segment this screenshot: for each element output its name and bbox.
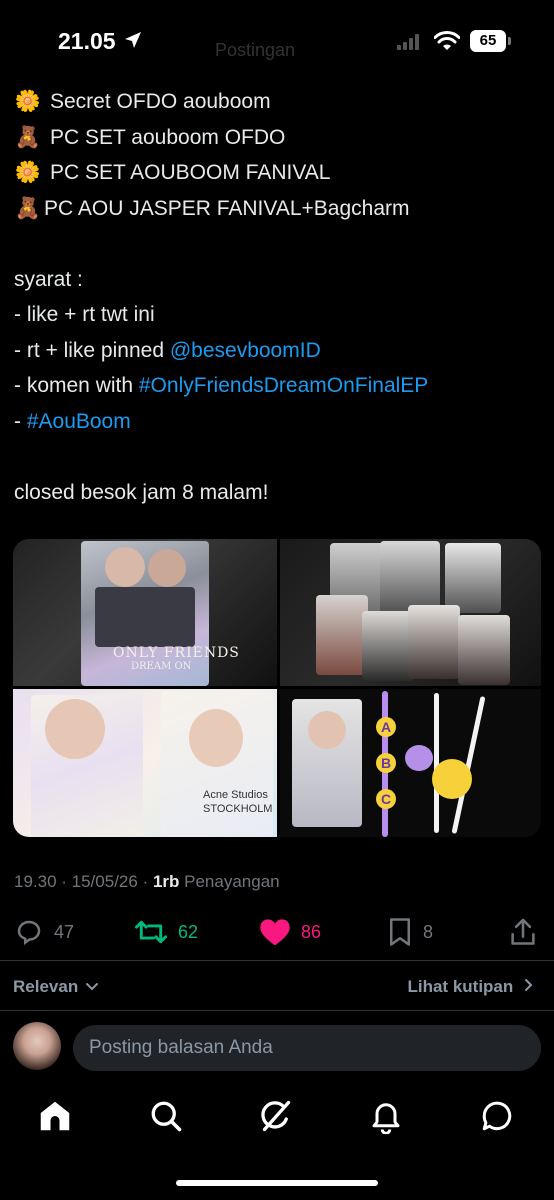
prize-text-2: PC SET aouboom OFDO xyxy=(50,125,286,149)
bookmark-button[interactable]: 8 xyxy=(387,912,433,952)
bottom-nav xyxy=(0,1090,554,1150)
bookmark-icon xyxy=(390,918,410,946)
photo-2[interactable] xyxy=(280,539,541,686)
charm-letter-b: B xyxy=(376,753,396,773)
syarat-heading: syarat : xyxy=(14,267,83,291)
status-bar: 21.05 Postingan 65 xyxy=(0,0,554,80)
prize-text-3: PC SET AOUBOOM FANIVAL xyxy=(50,161,331,184)
chevron-down-icon xyxy=(85,983,98,991)
location-arrow-icon xyxy=(125,32,141,48)
hashtag-link[interactable]: #OnlyFriendsDreamOnFinalEP xyxy=(139,374,428,397)
wifi-icon xyxy=(434,31,460,50)
nav-search[interactable] xyxy=(148,1098,188,1138)
tweet-body: 🌼 Secret OFDO aouboom 🧸 PC SET aouboom OFD… xyxy=(14,84,544,510)
rule-3-text: - komen with xyxy=(14,374,139,397)
closing-line: closed besok jam 8 malam! xyxy=(14,480,269,504)
battery-indicator: 65 xyxy=(470,30,506,52)
divider xyxy=(0,960,554,961)
grok-icon xyxy=(261,1100,291,1132)
home-icon xyxy=(40,1101,70,1131)
sort-dropdown[interactable]: Relevan xyxy=(13,977,99,997)
prize-text-4: PC AOU JASPER FANIVAL+Bagcharm xyxy=(44,196,410,220)
repost-count: 62 xyxy=(178,921,199,942)
photo-4[interactable]: A B C xyxy=(280,689,541,837)
repost-icon xyxy=(134,920,168,944)
share-button[interactable] xyxy=(509,912,537,952)
timestamp: 19.30 · 15/05/26 · xyxy=(14,872,153,891)
media-grid: ONLY FRIENDS DREAM ON Acne Studios STOCK… xyxy=(13,539,541,837)
photo-3-text-1: Acne Studios xyxy=(203,789,268,801)
flower-icon: 🌼 xyxy=(14,90,42,113)
rule-3: - komen with #OnlyFriendsDreamOnFinalEP xyxy=(14,368,544,404)
photo-1-subcaption: DREAM ON xyxy=(131,661,192,672)
prize-line-3: 🌼 PC SET AOUBOOM FANIVAL xyxy=(14,155,544,191)
nav-home[interactable] xyxy=(37,1098,77,1138)
nav-grok[interactable] xyxy=(257,1098,297,1138)
divider xyxy=(0,1010,554,1011)
teddy-bear-icon: 🧸 xyxy=(14,125,42,149)
photo-1-caption: ONLY FRIENDS xyxy=(113,645,240,661)
reply-count: 47 xyxy=(54,921,75,942)
reply-input[interactable]: Posting balasan Anda xyxy=(73,1025,541,1071)
view-quotes-link[interactable]: Lihat kutipan xyxy=(407,977,534,997)
rule-4: - #AouBoom xyxy=(14,404,544,440)
photo-1[interactable]: ONLY FRIENDS DREAM ON xyxy=(13,539,277,686)
charm-letter-a: A xyxy=(376,717,396,737)
like-button[interactable]: 86 xyxy=(259,912,321,952)
messages-icon xyxy=(482,1101,512,1131)
rule-1: - like + rt twt ini xyxy=(14,303,155,326)
prize-line-2: 🧸 PC SET aouboom OFDO xyxy=(14,120,544,156)
teddy-bear-icon: 🧸 xyxy=(14,196,42,220)
repost-button[interactable]: 62 xyxy=(134,912,198,952)
home-indicator xyxy=(176,1180,378,1186)
photo-3[interactable]: Acne Studios STOCKHOLM xyxy=(13,689,277,837)
search-icon xyxy=(151,1101,182,1132)
signal-icon xyxy=(397,34,419,50)
chevron-right-icon xyxy=(525,979,533,991)
prize-line-4: 🧸 PC AOU JASPER FANIVAL+Bagcharm xyxy=(14,191,544,227)
prize-text-1: Secret OFDO aouboom xyxy=(50,90,271,113)
clock: 21.05 xyxy=(58,28,116,54)
battery-nub xyxy=(508,37,511,45)
heart-filled-icon xyxy=(260,919,290,946)
hashtag-link[interactable]: #AouBoom xyxy=(27,410,131,433)
flower-icon: 🌼 xyxy=(14,161,42,184)
nav-notifications[interactable] xyxy=(368,1098,408,1138)
photo-3-text-2: STOCKHOLM xyxy=(203,803,273,815)
prize-line-1: 🌼 Secret OFDO aouboom xyxy=(14,84,544,120)
rule-2: - rt + like pinned @besevboomID xyxy=(14,333,544,369)
action-bar: 47 62 86 8 xyxy=(0,912,554,952)
header-title-ghost: Postingan xyxy=(215,40,296,60)
nav-messages[interactable] xyxy=(479,1098,519,1138)
share-icon xyxy=(511,918,535,945)
bookmark-count: 8 xyxy=(423,921,434,942)
sort-label: Relevan xyxy=(13,977,79,996)
like-count: 86 xyxy=(301,921,322,942)
rule-4-text: - xyxy=(14,409,27,433)
charm-letter-c: C xyxy=(376,789,396,809)
views-label: Penayangan xyxy=(179,872,280,891)
notifications-icon xyxy=(372,1103,400,1135)
reply-button[interactable]: 47 xyxy=(14,912,74,952)
rule-2-text: - rt + like pinned xyxy=(14,338,170,362)
view-quotes-label: Lihat kutipan xyxy=(407,977,514,996)
views-count: 1rb xyxy=(152,872,180,891)
mention-link[interactable]: @besevboomID xyxy=(170,339,321,362)
tweet-meta: 19.30 · 15/05/26 · 1rb Penayangan xyxy=(14,872,280,892)
avatar[interactable] xyxy=(13,1022,61,1070)
reply-icon xyxy=(17,920,41,946)
